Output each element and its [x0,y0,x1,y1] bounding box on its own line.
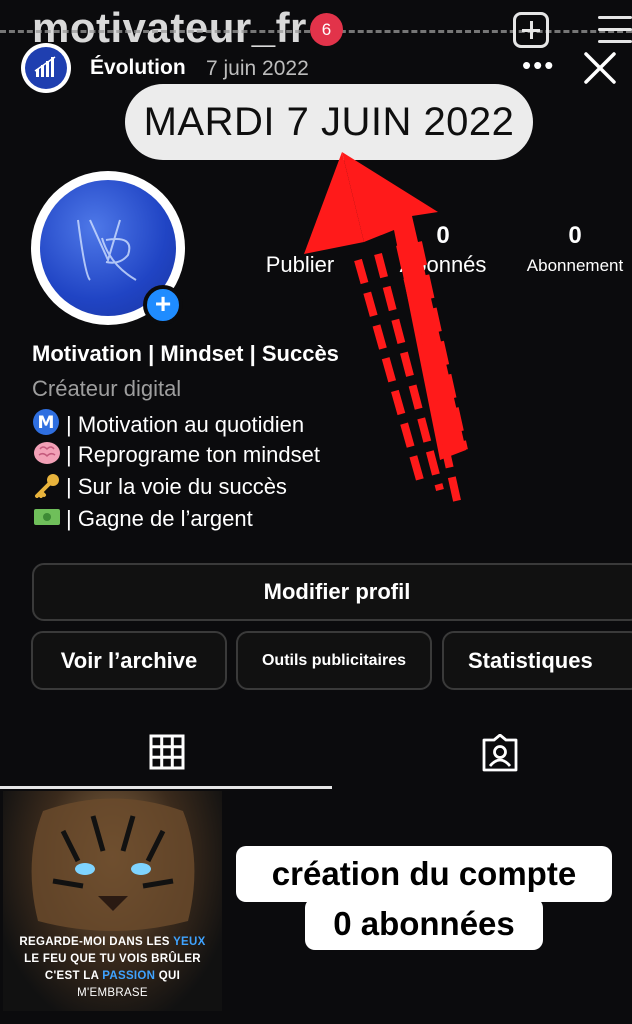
caption-line-2: 0 abonnées [305,898,543,950]
stat-following-value: 0 [568,222,582,249]
bio-text: | Motivation au quotidien [66,412,305,437]
money-icon [32,504,62,530]
active-tab-indicator [0,786,332,789]
bio-line: | Reprograme ton mindset [32,440,320,468]
bio-line: | Sur la voie du succès [32,472,287,500]
bio-text: | Sur la voie du succès [66,474,287,499]
m-circle-icon: M [32,408,62,435]
stat-following-label: Abonnement [526,256,624,275]
view-archive-button[interactable]: Voir l’archive [31,631,227,690]
add-story-button[interactable]: + [143,285,183,325]
bio-line: | Gagne de l’argent [32,504,253,532]
profile-category: Créateur digital [32,376,182,401]
notification-badge[interactable]: 6 [310,13,343,46]
close-icon[interactable] [582,50,618,86]
create-post-icon[interactable] [513,12,549,48]
edit-profile-button[interactable]: Modifier profil [32,563,632,621]
svg-text:M: M [38,413,55,433]
grid-tab-icon[interactable] [148,733,186,771]
more-options-icon[interactable]: ••• [522,50,555,81]
ad-tools-button[interactable]: Outils publicitaires [236,631,432,690]
username-title[interactable]: motivateur_fr [32,4,307,52]
story-account-name[interactable]: Évolution [90,56,186,80]
top-bar: motivateur_fr 6 [0,0,632,52]
insights-button[interactable]: Statistiques [442,631,632,690]
red-arrow-annotation [304,152,468,506]
caption-line-1: création du compte [236,846,612,902]
story-date: 7 juin 2022 [206,57,309,80]
stat-following[interactable]: 0 Abonnement [518,222,632,276]
bio-text: | Gagne de l’argent [66,506,253,531]
bio-line: M | Motivation au quotidien [32,408,304,438]
hamburger-menu-icon[interactable] [598,14,632,46]
brain-icon [32,440,62,466]
chart-logo-icon [25,47,67,89]
tagged-tab-icon[interactable] [480,733,520,774]
key-icon [32,472,62,498]
date-sticker: MARDI 7 JUIN 2022 [125,84,533,160]
bio-text: | Reprograme ton mindset [66,442,320,467]
post-thumbnail-text: REGARDE-MOI DANS LES YEUX LE FEU QUE TU … [19,936,206,999]
